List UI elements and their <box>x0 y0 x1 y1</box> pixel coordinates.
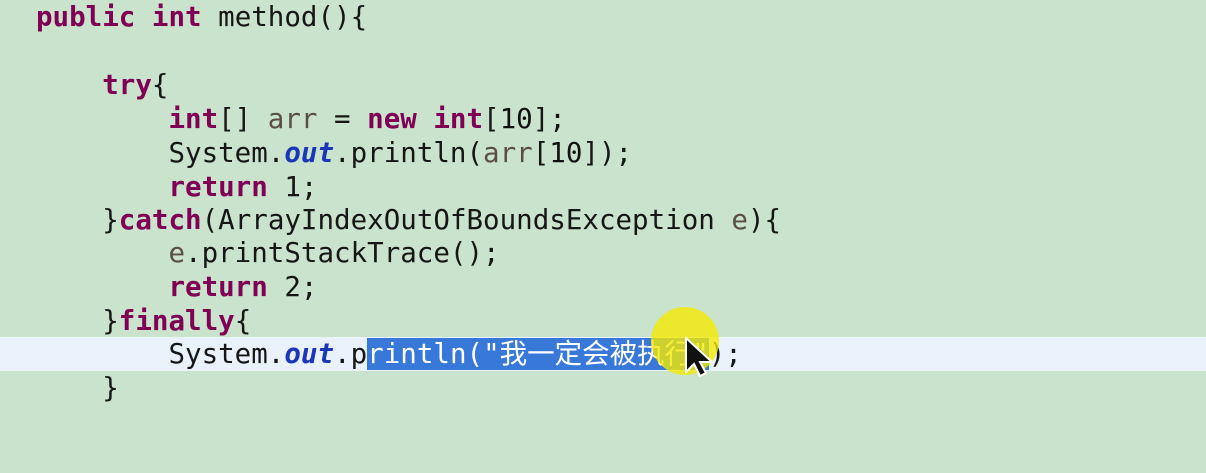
code-token: [ <box>532 137 550 169</box>
code-line-content: return 1; <box>36 170 317 204</box>
code-line[interactable]: e.printStackTrace(); <box>0 236 1206 270</box>
variable-token: arr <box>267 103 318 135</box>
code-token: ); <box>708 338 742 370</box>
code-token: } <box>36 372 119 404</box>
code-token: [] <box>218 103 268 135</box>
code-token: { <box>234 305 252 337</box>
code-line-content: e.printStackTrace(); <box>36 236 500 270</box>
code-line[interactable] <box>0 34 1206 68</box>
selected-text: rintln( <box>367 338 484 370</box>
code-token: method(){ <box>201 1 368 33</box>
code-token: .p <box>334 338 368 370</box>
keyword-token: int <box>151 1 202 33</box>
code-token: (ArrayIndexOutOfBoundsException <box>201 204 732 236</box>
code-token: } <box>36 204 119 236</box>
keyword-token: catch <box>118 204 202 236</box>
code-line-content: return 2; <box>36 270 317 304</box>
code-line-content: } <box>36 371 119 405</box>
code-line[interactable]: }catch(ArrayIndexOutOfBoundsException e)… <box>0 203 1206 237</box>
current-code-line[interactable]: System.out.println("我一定会被执行"); <box>0 337 1206 371</box>
number-token: 10 <box>499 103 533 135</box>
code-token: { <box>151 69 169 101</box>
code-line-content: System.out.println(arr[10]); <box>36 136 632 170</box>
code-line-content: try{ <box>36 68 168 102</box>
code-token: ){ <box>747 204 782 236</box>
keyword-token: int <box>168 103 219 135</box>
code-line-content: }catch(ArrayIndexOutOfBoundsException e)… <box>36 203 781 237</box>
keyword-token: try <box>102 69 152 101</box>
field-token: out <box>284 137 335 169</box>
variable-token: arr <box>483 137 533 169</box>
code-line[interactable]: }finally{ <box>0 304 1206 338</box>
selected-string-literal: "我一定会被执行" <box>483 338 709 370</box>
code-token: [ <box>483 103 500 135</box>
code-token: ]); <box>582 137 633 169</box>
keyword-token: return <box>168 271 268 303</box>
code-line[interactable]: return 1; <box>0 170 1206 204</box>
keyword-token: public <box>36 1 136 33</box>
code-line[interactable]: int[] arr = new int[10]; <box>0 102 1206 136</box>
number-token: 10 <box>549 137 583 169</box>
code-line[interactable]: } <box>0 371 1206 405</box>
code-line-content: int[] arr = new int[10]; <box>36 102 566 136</box>
code-line[interactable]: System.out.println(arr[10]); <box>0 136 1206 170</box>
code-line[interactable]: try{ <box>0 68 1206 102</box>
keyword-token: int <box>433 103 484 135</box>
variable-token: e <box>168 237 186 269</box>
code-token: = <box>317 103 368 135</box>
keyword-token: finally <box>118 305 235 337</box>
keyword-token: new <box>367 103 417 135</box>
code-token: 1; <box>267 171 318 203</box>
code-line[interactable]: public int method(){ <box>0 0 1206 34</box>
code-line-content: System.out.println("我一定会被执行"); <box>36 337 742 371</box>
code-token: .printStackTrace(); <box>185 237 500 269</box>
code-line[interactable]: return 2; <box>0 270 1206 304</box>
code-token: System. <box>36 137 285 169</box>
code-line-content: public int method(){ <box>36 0 367 34</box>
variable-token: e <box>731 204 748 236</box>
code-token: 2; <box>267 271 318 303</box>
field-token: out <box>284 338 335 370</box>
code-token: } <box>36 305 119 337</box>
code-token: ]; <box>532 103 566 135</box>
code-token: System. <box>36 338 285 370</box>
keyword-token: return <box>168 171 268 203</box>
code-line-content: }finally{ <box>36 304 251 338</box>
code-token: .println( <box>334 137 484 169</box>
code-editor[interactable]: public int method(){ try{ int[] arr = ne… <box>0 0 1206 415</box>
